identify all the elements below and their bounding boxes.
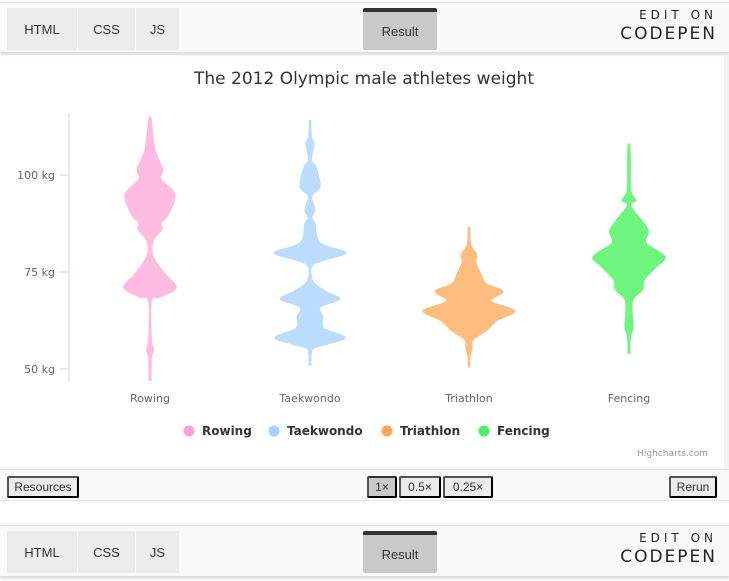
legend-marker <box>381 425 393 437</box>
y-tick-label: 50 kg <box>24 363 55 376</box>
editor-header: HTML CSS JS Result EDIT ON CODEPEN <box>0 2 729 53</box>
tab-result[interactable]: Result <box>363 531 437 573</box>
edit-on-codepen-link[interactable]: EDIT ON CODEPEN <box>620 531 717 567</box>
edit-on-codepen-link[interactable]: EDIT ON CODEPEN <box>620 8 717 44</box>
legend-label: Rowing <box>202 424 252 438</box>
tab-html[interactable]: HTML <box>7 531 77 573</box>
violin-fencing[interactable] <box>592 143 666 355</box>
zoom-0.25x-button[interactable]: 0.25× <box>443 476 493 498</box>
edit-on-label: EDIT ON <box>639 8 717 22</box>
legend-label: Triathlon <box>400 424 460 438</box>
x-tick-label: Rowing <box>130 392 170 405</box>
chart-title: The 2012 Olympic male athletes weight <box>193 69 534 89</box>
violin-taekwondo[interactable] <box>273 120 347 366</box>
tab-html[interactable]: HTML <box>7 8 77 50</box>
tab-js[interactable]: JS <box>136 8 179 50</box>
legend-item-taekwondo[interactable]: Taekwondo <box>268 424 363 438</box>
rerun-button[interactable]: Rerun <box>669 476 717 498</box>
x-tick-label: Fencing <box>608 392 651 405</box>
editor-header-secondary: HTML CSS JS Result EDIT ON CODEPEN <box>0 525 729 577</box>
legend-item-rowing[interactable]: Rowing <box>183 424 252 438</box>
legend-label: Taekwondo <box>287 424 363 438</box>
edit-on-label: EDIT ON <box>639 531 717 545</box>
resources-button[interactable]: Resources <box>7 476 79 498</box>
x-tick-label: Taekwondo <box>278 392 340 405</box>
codepen-logo: CODEPEN <box>620 24 717 44</box>
result-footer: Resources 1× 0.5× 0.25× Rerun <box>0 469 729 501</box>
x-tick-label: Triathlon <box>444 392 492 405</box>
violin-chart: The 2012 Olympic male athletes weight 50… <box>17 69 708 459</box>
tab-css[interactable]: CSS <box>78 8 135 50</box>
legend-item-fencing[interactable]: Fencing <box>478 424 550 438</box>
frame-border <box>724 55 729 470</box>
legend-label: Fencing <box>497 424 550 438</box>
legend-item-triathlon[interactable]: Triathlon <box>381 424 461 438</box>
violin-rowing[interactable] <box>123 116 177 382</box>
tab-result[interactable]: Result <box>363 8 437 50</box>
codepen-logo: CODEPEN <box>620 547 717 567</box>
zoom-1x-button[interactable]: 1× <box>367 476 397 498</box>
tab-js[interactable]: JS <box>136 531 179 573</box>
y-tick-label: 100 kg <box>17 169 55 182</box>
y-tick-label: 75 kg <box>24 266 55 279</box>
tab-css[interactable]: CSS <box>78 531 135 573</box>
credits[interactable]: Highcharts.com <box>637 449 708 459</box>
violin-triathlon[interactable] <box>422 226 516 368</box>
legend-marker <box>268 425 280 437</box>
legend-marker <box>183 425 195 437</box>
zoom-0.5x-button[interactable]: 0.5× <box>399 476 441 498</box>
legend-marker <box>478 425 490 437</box>
